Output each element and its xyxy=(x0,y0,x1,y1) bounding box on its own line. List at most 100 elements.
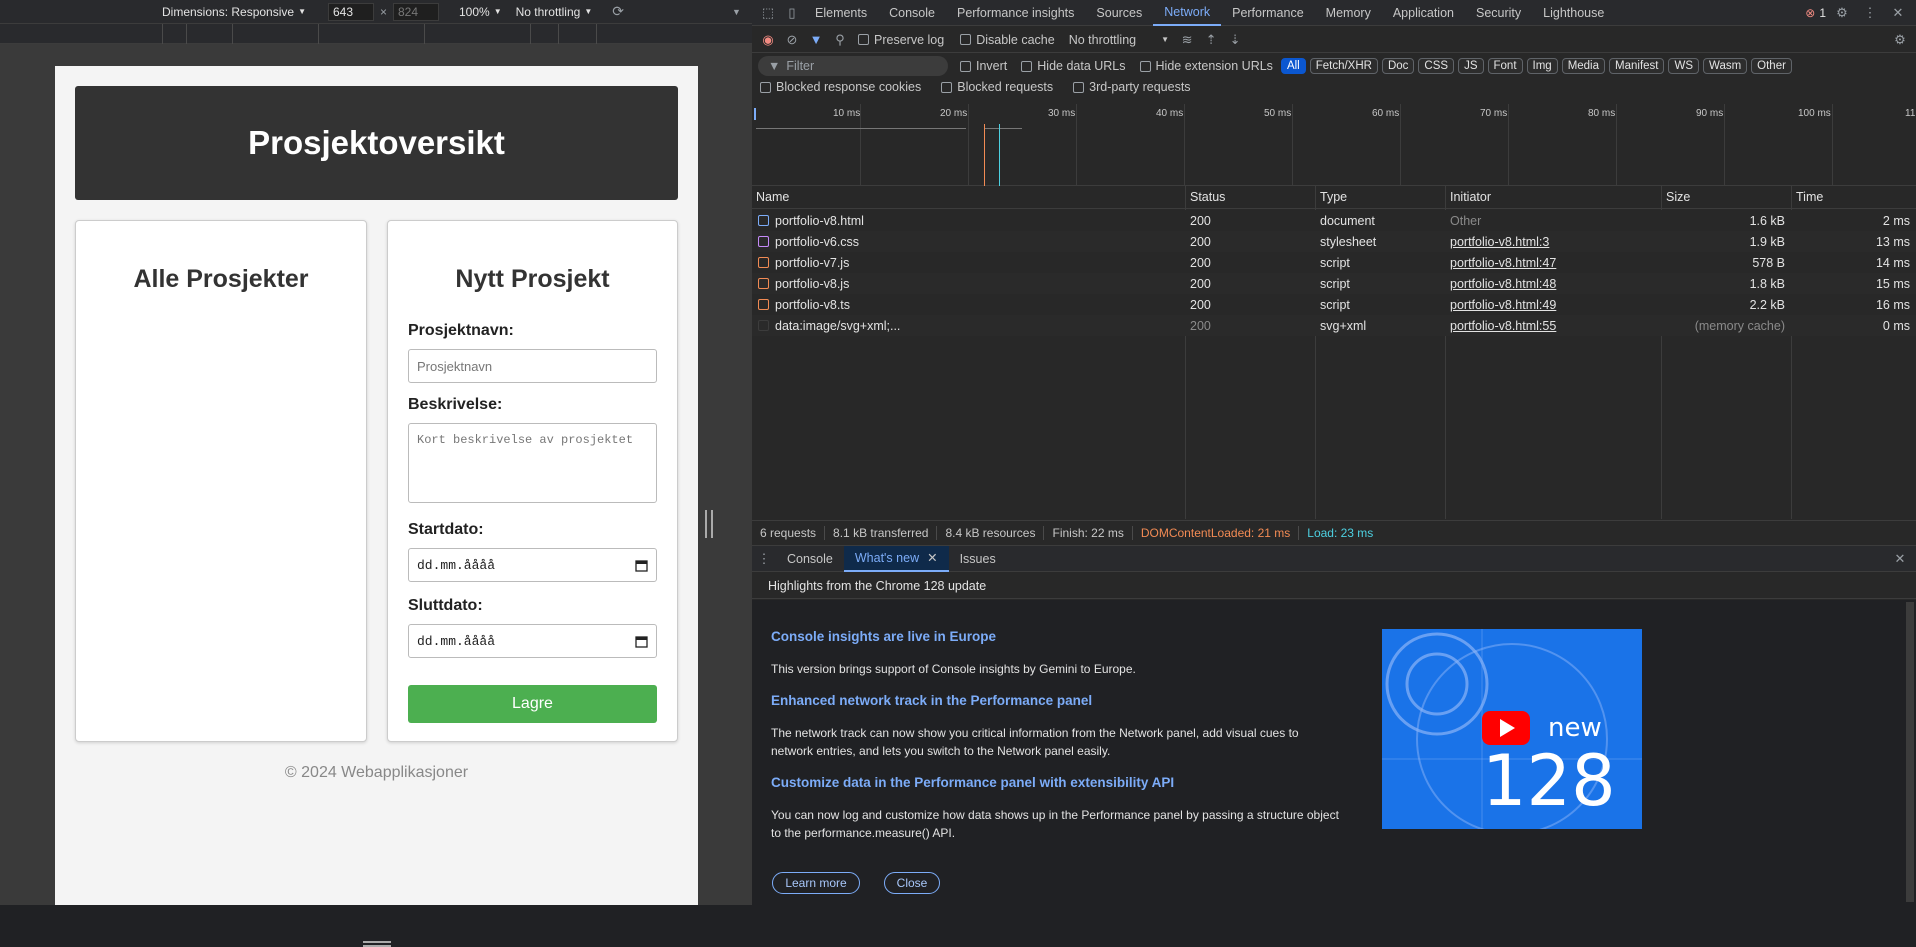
close-devtools-icon[interactable]: ✕ xyxy=(1886,1,1910,25)
hide-data-urls-checkbox[interactable]: Hide data URLs xyxy=(1021,59,1126,73)
cell-initiator[interactable]: portfolio-v8.html:3 xyxy=(1446,231,1661,252)
cell-initiator[interactable]: portfolio-v8.html:49 xyxy=(1446,294,1661,315)
hide-extension-urls-checkbox[interactable]: Hide extension URLs xyxy=(1139,59,1273,73)
device-throttle-dropdown[interactable]: No throttling ▼ xyxy=(516,5,593,19)
col-status[interactable]: Status xyxy=(1186,186,1315,209)
tab-elements[interactable]: Elements xyxy=(804,0,878,26)
close-tab-icon[interactable]: ✕ xyxy=(927,550,937,565)
start-date-input[interactable]: dd.mm.åååå xyxy=(408,548,657,582)
filter-icon[interactable]: ▼ xyxy=(804,28,828,52)
chip-img[interactable]: Img xyxy=(1526,58,1558,74)
calendar-icon[interactable] xyxy=(635,559,648,572)
network-request-row[interactable]: data:image/svg+xml;... 200 svg+xml portfoli… xyxy=(752,315,1916,336)
project-name-input[interactable]: Prosjektnavn xyxy=(408,349,657,383)
network-request-row[interactable]: portfolio-v8.js 200 script portfolio-v8.htm… xyxy=(752,273,1916,294)
third-party-requests-checkbox[interactable]: 3rd-party requests xyxy=(1073,80,1191,94)
network-throttle-dropdown[interactable]: No throttling ▼ xyxy=(1069,33,1169,47)
col-type[interactable]: Type xyxy=(1316,186,1445,209)
drawer-menu-icon[interactable]: ⋮ xyxy=(752,547,776,571)
viewport-area: Prosjektoversikt Alle Prosjekter Nytt Pr… xyxy=(0,44,752,947)
settings-gear-icon[interactable]: ⚙ xyxy=(1830,1,1854,25)
cell-type: script xyxy=(1316,273,1445,294)
whats-new-item-title[interactable]: Console insights are live in Europe xyxy=(771,629,996,644)
chrome-128-video-thumbnail[interactable]: new 128 xyxy=(1382,629,1642,829)
tab-security[interactable]: Security xyxy=(1465,0,1532,26)
close-drawer-icon[interactable]: ✕ xyxy=(1888,547,1912,571)
drawer-tab-console[interactable]: Console xyxy=(776,546,844,572)
col-time[interactable]: Time xyxy=(1792,186,1916,209)
export-har-icon[interactable]: ⇣ xyxy=(1223,28,1247,52)
description-textarea[interactable]: Kort beskrivelse av prosjektet xyxy=(408,423,657,503)
drawer-scrollbar[interactable] xyxy=(1906,602,1914,902)
whats-new-item-title[interactable]: Enhanced network track in the Performanc… xyxy=(771,693,1092,708)
col-name[interactable]: Name xyxy=(752,186,1185,209)
drawer-tab-issues[interactable]: Issues xyxy=(949,546,1007,572)
col-initiator[interactable]: Initiator xyxy=(1446,186,1661,209)
error-count[interactable]: 1 xyxy=(1819,6,1826,20)
search-icon[interactable]: ⚲ xyxy=(828,28,852,52)
cell-initiator[interactable]: portfolio-v8.html:47 xyxy=(1446,252,1661,273)
width-input[interactable]: 643 xyxy=(327,2,374,21)
chip-media[interactable]: Media xyxy=(1561,58,1606,74)
chip-wasm[interactable]: Wasm xyxy=(1703,58,1748,74)
timeline-label: 30 ms xyxy=(1048,108,1076,119)
chip-doc[interactable]: Doc xyxy=(1381,58,1415,74)
save-button[interactable]: Lagre xyxy=(408,685,657,723)
tab-sources[interactable]: Sources xyxy=(1085,0,1153,26)
network-settings-gear-icon[interactable]: ⚙ xyxy=(1888,28,1912,52)
chip-fetch-xhr[interactable]: Fetch/XHR xyxy=(1309,58,1378,74)
network-request-row[interactable]: portfolio-v8.ts 200 script portfolio-v8.htm… xyxy=(752,294,1916,315)
network-request-row[interactable]: portfolio-v7.js 200 script portfolio-v8.htm… xyxy=(752,252,1916,273)
filter-input[interactable]: ▼ Filter xyxy=(758,56,948,76)
cell-initiator[interactable]: Other xyxy=(1446,210,1661,231)
network-request-row[interactable]: portfolio-v8.html 200 document Other 1.6 kB 2… xyxy=(752,210,1916,231)
chip-all[interactable]: All xyxy=(1280,58,1306,74)
dimensions-dropdown[interactable]: Dimensions: Responsive ▼ xyxy=(162,5,306,19)
more-menu-icon[interactable]: ⋮ xyxy=(1858,1,1882,25)
resize-handle-right[interactable] xyxy=(705,510,713,538)
network-request-row[interactable]: portfolio-v6.css 200 stylesheet portfolio-v… xyxy=(752,231,1916,252)
invert-checkbox[interactable]: Invert xyxy=(960,59,1007,73)
network-conditions-icon[interactable]: ≋ xyxy=(1175,28,1199,52)
chip-other[interactable]: Other xyxy=(1751,58,1792,74)
network-toolbar: ◉ ⊘ ▼ ⚲ Preserve log Disable cache No th… xyxy=(752,27,1916,53)
height-input[interactable]: 824 xyxy=(393,2,439,21)
chip-css[interactable]: CSS xyxy=(1418,58,1455,74)
tab-console[interactable]: Console xyxy=(878,0,946,26)
end-date-input[interactable]: dd.mm.åååå xyxy=(408,624,657,658)
zoom-dropdown[interactable]: 100% ▼ xyxy=(459,5,502,19)
preserve-log-checkbox[interactable]: Preserve log xyxy=(858,33,944,47)
tab-performance[interactable]: Performance xyxy=(1221,0,1315,26)
learn-more-button[interactable]: Learn more xyxy=(772,872,860,894)
tab-memory[interactable]: Memory xyxy=(1315,0,1382,26)
tab-application[interactable]: Application xyxy=(1382,0,1465,26)
whats-new-item-title[interactable]: Customize data in the Performance panel … xyxy=(771,775,1174,790)
chip-font[interactable]: Font xyxy=(1487,58,1523,74)
tab-performance-insights[interactable]: Performance insights xyxy=(946,0,1085,26)
error-icon[interactable]: ⊗ xyxy=(1805,6,1815,20)
record-icon[interactable]: ◉ xyxy=(756,28,780,52)
col-size[interactable]: Size xyxy=(1662,186,1791,209)
chip-ws[interactable]: WS xyxy=(1668,58,1700,74)
device-toolbar: Dimensions: Responsive ▼ 643 × 824 100% ▼ … xyxy=(0,0,752,24)
chip-manifest[interactable]: Manifest xyxy=(1609,58,1665,74)
cell-initiator[interactable]: portfolio-v8.html:48 xyxy=(1446,273,1661,294)
close-button[interactable]: Close xyxy=(884,872,940,894)
inspect-element-icon[interactable]: ⬚ xyxy=(756,1,780,25)
clear-icon[interactable]: ⊘ xyxy=(780,28,804,52)
disable-cache-checkbox[interactable]: Disable cache xyxy=(960,33,1055,47)
more-options-caret-icon[interactable]: ▼ xyxy=(732,7,741,17)
import-har-icon[interactable]: ⇡ xyxy=(1199,28,1223,52)
blocked-requests-checkbox[interactable]: Blocked requests xyxy=(941,80,1053,94)
tab-lighthouse[interactable]: Lighthouse xyxy=(1532,0,1615,26)
rotate-icon[interactable]: ⟳ xyxy=(612,3,624,20)
tab-network[interactable]: Network xyxy=(1153,0,1222,26)
device-toggle-icon[interactable]: ▯ xyxy=(780,1,804,25)
resize-handle-bottom[interactable] xyxy=(363,941,391,947)
blocked-response-cookies-checkbox[interactable]: Blocked response cookies xyxy=(760,80,921,94)
network-overview-timeline[interactable]: 10 ms 20 ms 30 ms 40 ms 50 ms 60 ms 70 m… xyxy=(752,104,1916,186)
cell-initiator[interactable]: portfolio-v8.html:55 xyxy=(1446,315,1661,336)
drawer-tab-whats-new[interactable]: What's new ✕ xyxy=(843,545,949,572)
chip-js[interactable]: JS xyxy=(1458,58,1484,74)
calendar-icon[interactable] xyxy=(635,635,648,648)
